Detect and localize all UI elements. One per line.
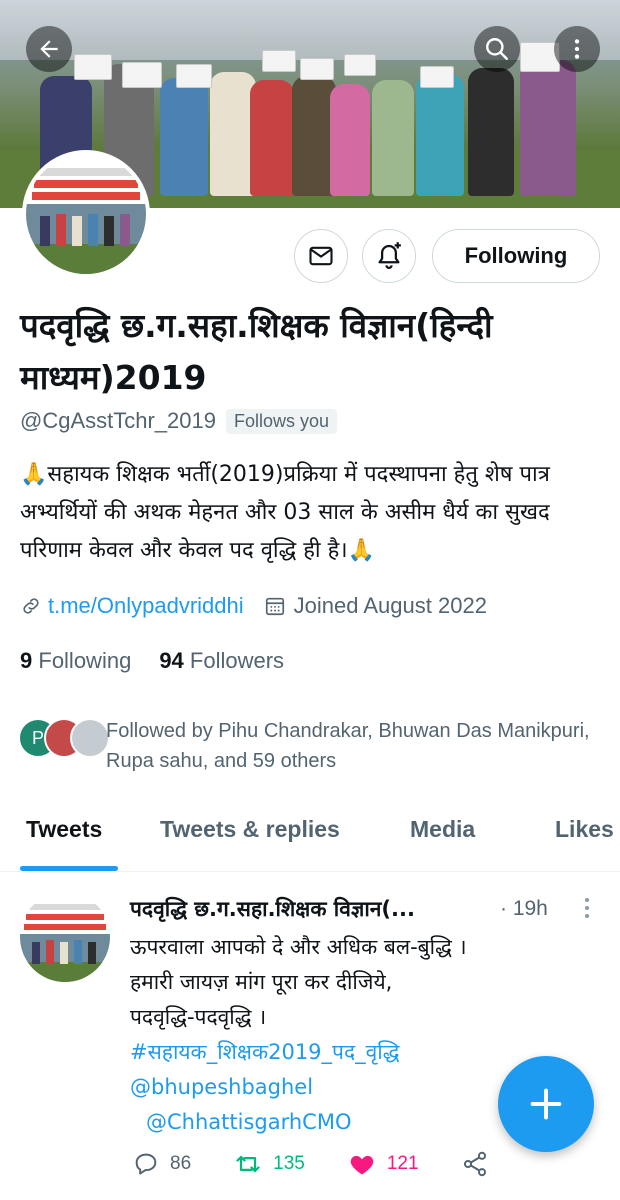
tab-likes[interactable]: Likes: [555, 816, 614, 843]
tweet-time: · 19h: [500, 897, 548, 920]
bell-plus-icon: [378, 242, 401, 269]
tab-media[interactable]: Media: [410, 816, 475, 843]
tweet-line: हमारी जायज़ मांग पूरा कर दीजिये,: [130, 970, 393, 994]
tweet-line: पदवृद्धि-पदवृद्धि ।: [130, 1005, 267, 1029]
followed-by-text[interactable]: Followed by Pihu Chandrakar, Bhuwan Das …: [106, 716, 606, 776]
tweet-actions: 86 135 121: [132, 1150, 489, 1178]
following-number: 9: [20, 648, 33, 673]
more-vertical-icon: [585, 898, 589, 918]
banner-person: [372, 80, 414, 196]
reply-icon: [135, 1153, 157, 1175]
like-count: 121: [386, 1153, 419, 1174]
joined-date: Joined August 2022: [293, 593, 487, 618]
reply-action[interactable]: 86: [132, 1150, 191, 1178]
handle-row: @CgAsstTchr_2019 Follows you: [20, 408, 338, 434]
more-button[interactable]: [554, 26, 600, 72]
banner-person: [330, 84, 370, 196]
follow-counts: 9 Following 94 Followers: [20, 648, 284, 674]
back-button[interactable]: [26, 26, 72, 72]
tab-tweets-replies[interactable]: Tweets & replies: [160, 816, 340, 843]
banner-placard: [300, 58, 334, 80]
profile-link[interactable]: t.me/Onlypadvriddhi: [48, 593, 244, 619]
notifications-button[interactable]: [362, 229, 416, 283]
banner-person: [160, 78, 208, 196]
banner-placard: [262, 50, 296, 72]
profile-avatar[interactable]: [22, 150, 150, 278]
followers-count[interactable]: 94 Followers: [159, 648, 284, 674]
tweet-author[interactable]: पदवृद्धि छ.ग.सहा.शिक्षक विज्ञान(...: [130, 895, 415, 923]
tweet-more-button[interactable]: [580, 896, 594, 926]
banner-placard: [122, 62, 162, 88]
followed-by-avatars[interactable]: P: [18, 718, 110, 758]
arrow-left-icon: [40, 40, 58, 58]
compose-tweet-button[interactable]: [498, 1056, 594, 1152]
message-button[interactable]: [294, 229, 348, 283]
share-action[interactable]: [461, 1150, 489, 1178]
banner-placard: [344, 54, 376, 76]
tab-tweets[interactable]: Tweets: [26, 816, 102, 843]
search-icon: [486, 38, 508, 60]
following-button[interactable]: Following: [432, 229, 600, 283]
followers-number: 94: [159, 648, 184, 673]
follows-you-badge: Follows you: [225, 408, 338, 434]
banner-person: [250, 80, 294, 196]
banner-person: [468, 68, 514, 196]
banner-placard: [74, 54, 112, 80]
following-label: Following: [38, 648, 132, 673]
heart-icon: [350, 1155, 374, 1175]
more-vertical-icon: [574, 39, 580, 59]
active-tab-indicator: [20, 866, 118, 871]
retweet-icon: [236, 1155, 260, 1173]
tweet-avatar[interactable]: [20, 892, 110, 982]
banner-placard: [176, 64, 212, 88]
plus-icon: [530, 1088, 562, 1120]
tweet-avatar-image: [20, 892, 110, 982]
avatar-image: [26, 154, 146, 274]
banner-person: [520, 60, 576, 196]
banner-person: [416, 74, 464, 196]
like-action[interactable]: 121: [347, 1150, 419, 1178]
retweet-action[interactable]: 135: [233, 1150, 305, 1178]
calendar-icon: [265, 597, 284, 616]
banner-placard: [420, 66, 454, 88]
link-icon: [23, 598, 39, 614]
profile-tabs: Tweets Tweets & replies Media Likes: [0, 800, 620, 872]
reply-count: 86: [170, 1153, 192, 1174]
search-button[interactable]: [474, 26, 520, 72]
retweet-count: 135: [273, 1153, 305, 1174]
follower-avatar: [70, 718, 110, 758]
share-icon: [463, 1151, 486, 1177]
profile-bio: 🙏सहायक शिक्षक भर्ती(2019)प्रक्रिया में प…: [20, 462, 550, 563]
profile-name: पदवृद्धि छ.ग.सहा.शिक्षक विज्ञान(हिन्दी म…: [20, 306, 493, 397]
profile-meta: t.me/Onlypadvriddhi Joined August 2022: [20, 593, 487, 619]
mail-icon: [309, 246, 333, 266]
profile-handle: @CgAsstTchr_2019: [20, 408, 216, 433]
tweet-line: ऊपरवाला आपको दे और अधिक बल-बुद्धि ।: [130, 935, 467, 959]
followers-label: Followers: [189, 648, 285, 673]
following-count[interactable]: 9 Following: [20, 648, 131, 674]
